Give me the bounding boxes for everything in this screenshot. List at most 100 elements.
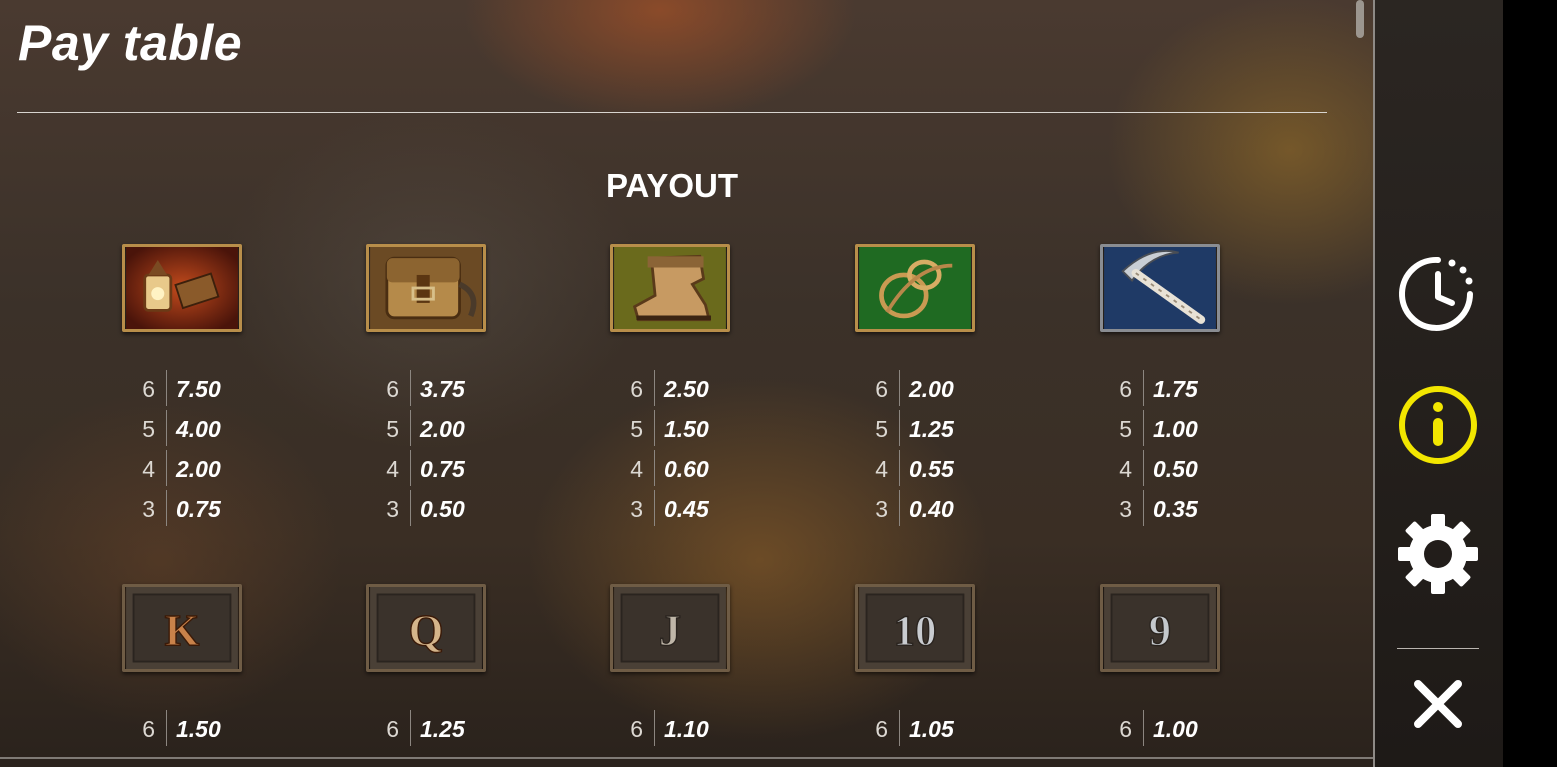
payout-value: 2.50 (664, 376, 709, 402)
payout-row: 6 1.00 (1097, 710, 1217, 750)
payout-table-rope: 6 2.00 5 1.25 4 0.55 3 0.40 (853, 370, 973, 530)
payout-table-q: 6 1.25 (364, 710, 484, 750)
payout-row: 4 0.50 (1097, 450, 1217, 490)
symbol-count: 5 (630, 416, 643, 442)
pickaxe-symbol-icon (1100, 244, 1220, 332)
divider (899, 450, 900, 486)
letter-j-symbol-icon: J (610, 584, 730, 672)
payout-value: 1.50 (176, 716, 221, 742)
payout-row: 3 0.50 (364, 490, 484, 530)
symbol-count: 6 (142, 376, 155, 402)
payout-row: 3 0.45 (608, 490, 728, 530)
history-button[interactable] (1396, 252, 1480, 336)
symbol-count: 6 (630, 376, 643, 402)
divider (654, 370, 655, 406)
divider (410, 370, 411, 406)
divider (899, 410, 900, 446)
symbol-count: 6 (875, 716, 888, 742)
page-title: Pay table (18, 15, 243, 71)
letter-k-symbol-icon: K (122, 584, 242, 672)
divider (166, 370, 167, 406)
payout-row: 6 1.05 (853, 710, 973, 750)
payout-heading: PAYOUT (605, 167, 739, 204)
payout-value: 1.50 (664, 416, 709, 442)
info-button[interactable] (1396, 383, 1480, 467)
payout-row: 6 2.50 (608, 370, 728, 410)
divider (166, 450, 167, 486)
title-divider (17, 112, 1327, 113)
symbol-count: 5 (386, 416, 399, 442)
symbol-count: 4 (875, 456, 888, 482)
payout-table-9: 6 1.00 (1097, 710, 1217, 750)
divider (166, 490, 167, 526)
payout-value: 0.55 (909, 456, 954, 482)
divider (1143, 450, 1144, 486)
payout-table-backpack: 6 3.75 5 2.00 4 0.75 3 0.50 (364, 370, 484, 530)
symbol-count: 6 (1119, 376, 1132, 402)
symbol-count: 5 (142, 416, 155, 442)
payout-row: 6 2.00 (853, 370, 973, 410)
payout-row: 4 2.00 (120, 450, 240, 490)
divider (654, 450, 655, 486)
divider (1143, 490, 1144, 526)
symbol-letter: 9 (1149, 605, 1171, 655)
symbol-count: 4 (142, 456, 155, 482)
divider (410, 490, 411, 526)
payout-row: 4 0.60 (608, 450, 728, 490)
symbol-count: 4 (630, 456, 643, 482)
symbol-count: 3 (875, 496, 888, 522)
payout-value: 4.00 (176, 416, 221, 442)
symbol-count: 6 (875, 376, 888, 402)
symbol-letter: K (165, 605, 200, 655)
divider (654, 490, 655, 526)
payout-value: 2.00 (909, 376, 954, 402)
payout-value: 0.40 (909, 496, 954, 522)
payout-value: 2.00 (420, 416, 465, 442)
divider (410, 710, 411, 746)
divider (410, 410, 411, 446)
payout-table-boot: 6 2.50 5 1.50 4 0.60 3 0.45 (608, 370, 728, 530)
payout-value: 1.00 (1153, 416, 1198, 442)
settings-button[interactable] (1396, 512, 1480, 596)
payout-table-10: 6 1.05 (853, 710, 973, 750)
payout-value: 0.45 (664, 496, 709, 522)
payout-row: 6 1.25 (364, 710, 484, 750)
sidebar-divider (1397, 648, 1479, 649)
symbol-count: 6 (142, 716, 155, 742)
payout-row: 4 0.75 (364, 450, 484, 490)
payout-value: 7.50 (176, 376, 221, 402)
payout-value: 1.25 (420, 716, 465, 742)
divider (410, 450, 411, 486)
symbol-count: 6 (386, 376, 399, 402)
payout-row: 4 0.55 (853, 450, 973, 490)
symbol-letter: Q (409, 605, 444, 655)
payout-value: 3.75 (420, 376, 465, 402)
symbol-count: 5 (875, 416, 888, 442)
scrollbar-thumb[interactable] (1356, 0, 1364, 38)
payout-value: 0.75 (420, 456, 465, 482)
payout-value: 1.25 (909, 416, 954, 442)
symbol-count: 3 (1119, 496, 1132, 522)
info-icon (1399, 386, 1477, 464)
payout-row: 6 1.10 (608, 710, 728, 750)
symbol-count: 6 (630, 716, 643, 742)
payout-value: 0.50 (420, 496, 465, 522)
payout-row: 3 0.75 (120, 490, 240, 530)
rope-symbol-icon (855, 244, 975, 332)
divider (654, 410, 655, 446)
divider (899, 710, 900, 746)
ten-symbol-icon: 10 (855, 584, 975, 672)
payout-value: 0.50 (1153, 456, 1198, 482)
divider (899, 370, 900, 406)
divider (899, 490, 900, 526)
history-clock-icon (1399, 256, 1473, 331)
payout-row: 5 1.00 (1097, 410, 1217, 450)
payout-row: 5 2.00 (364, 410, 484, 450)
boot-symbol-icon (610, 244, 730, 332)
close-button[interactable] (1396, 662, 1480, 746)
divider (654, 710, 655, 746)
divider (1143, 410, 1144, 446)
symbol-count: 3 (630, 496, 643, 522)
payout-value: 1.05 (909, 716, 954, 742)
payout-row: 6 7.50 (120, 370, 240, 410)
